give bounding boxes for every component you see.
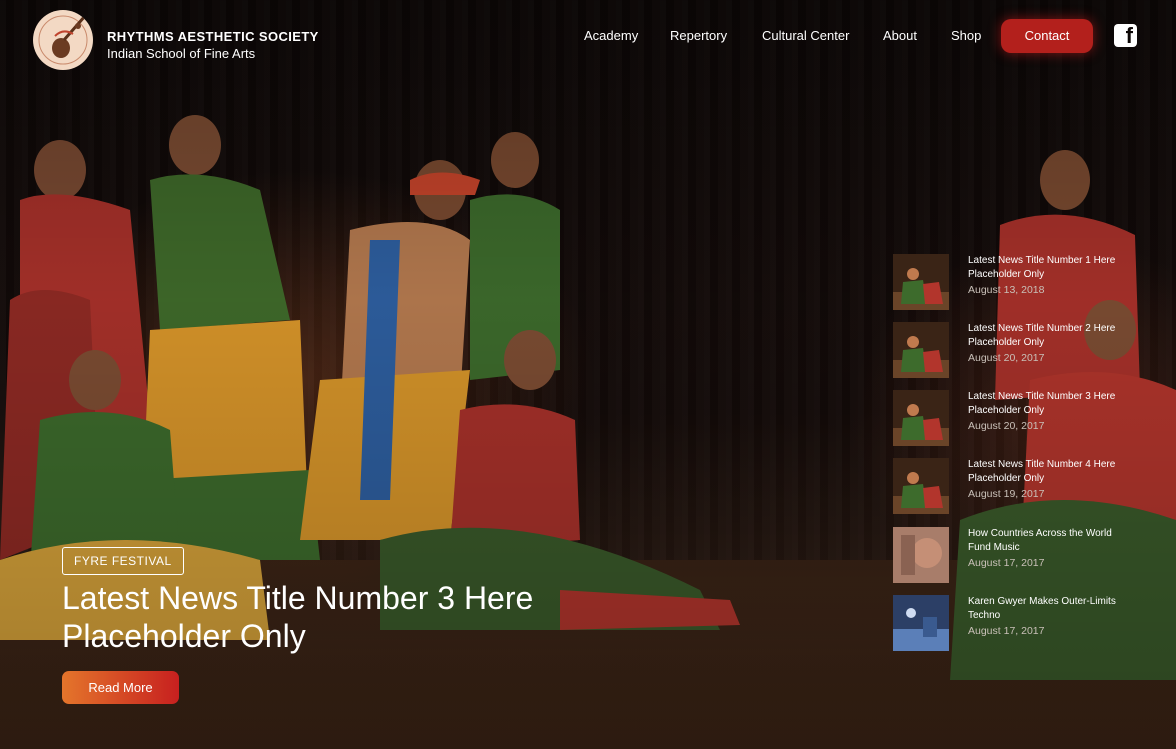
news-item[interactable]: Latest News Title Number 4 Here Placehold… xyxy=(893,458,1163,516)
sitar-logo-icon xyxy=(34,11,92,69)
news-thumbnail[interactable] xyxy=(893,254,949,310)
brand-block[interactable]: RHYTHMS AESTHETIC SOCIETY Indian School … xyxy=(107,28,319,63)
news-thumbnail[interactable] xyxy=(893,595,949,651)
news-date: August 13, 2018 xyxy=(968,284,1045,296)
news-title[interactable]: How Countries Across the World Fund Music xyxy=(968,527,1148,555)
news-date: August 17, 2017 xyxy=(968,625,1045,637)
brand-name: RHYTHMS AESTHETIC SOCIETY xyxy=(107,29,319,44)
news-title[interactable]: Latest News Title Number 2 Here Placehold… xyxy=(968,322,1148,350)
news-date: August 20, 2017 xyxy=(968,352,1045,364)
nav-about[interactable]: About xyxy=(883,27,917,45)
news-date: August 19, 2017 xyxy=(968,488,1045,500)
news-item[interactable]: Karen Gwyer Makes Outer-Limits Techno Aug… xyxy=(893,595,1163,653)
news-date: August 17, 2017 xyxy=(968,557,1045,569)
news-title[interactable]: Latest News Title Number 3 Here Placehold… xyxy=(968,390,1148,418)
hero-headline-line-2: Placeholder Only xyxy=(62,618,306,654)
nav-shop[interactable]: Shop xyxy=(951,27,981,45)
facebook-icon[interactable]: f xyxy=(1114,24,1137,47)
news-item[interactable]: Latest News Title Number 2 Here Placehold… xyxy=(893,322,1163,380)
news-item[interactable]: Latest News Title Number 1 Here Placehold… xyxy=(893,254,1163,312)
site-logo[interactable] xyxy=(33,10,93,70)
news-item[interactable]: How Countries Across the World Fund Music… xyxy=(893,527,1163,585)
news-title[interactable]: Latest News Title Number 1 Here Placehold… xyxy=(968,254,1148,282)
read-more-button[interactable]: Read More xyxy=(62,671,179,704)
news-title[interactable]: Karen Gwyer Makes Outer-Limits Techno xyxy=(968,595,1148,623)
news-thumbnail[interactable] xyxy=(893,390,949,446)
news-title[interactable]: Latest News Title Number 4 Here Placehold… xyxy=(968,458,1148,486)
news-thumbnail[interactable] xyxy=(893,458,949,514)
news-thumbnail[interactable] xyxy=(893,527,949,583)
category-tag[interactable]: FYRE FESTIVAL xyxy=(62,547,184,575)
hero-headline-line-1: Latest News Title Number 3 Here xyxy=(62,580,534,616)
nav-academy[interactable]: Academy xyxy=(584,27,638,45)
news-thumbnail[interactable] xyxy=(893,322,949,378)
contact-button[interactable]: Contact xyxy=(1001,19,1093,53)
news-item[interactable]: Latest News Title Number 3 Here Placehold… xyxy=(893,390,1163,448)
hero-headline[interactable]: Latest News Title Number 3 Here Placehol… xyxy=(62,579,622,655)
news-date: August 20, 2017 xyxy=(968,420,1045,432)
brand-subtitle: Indian School of Fine Arts xyxy=(107,46,256,61)
nav-cultural-center[interactable]: Cultural Center xyxy=(762,27,849,45)
nav-repertory[interactable]: Repertory xyxy=(670,27,727,45)
